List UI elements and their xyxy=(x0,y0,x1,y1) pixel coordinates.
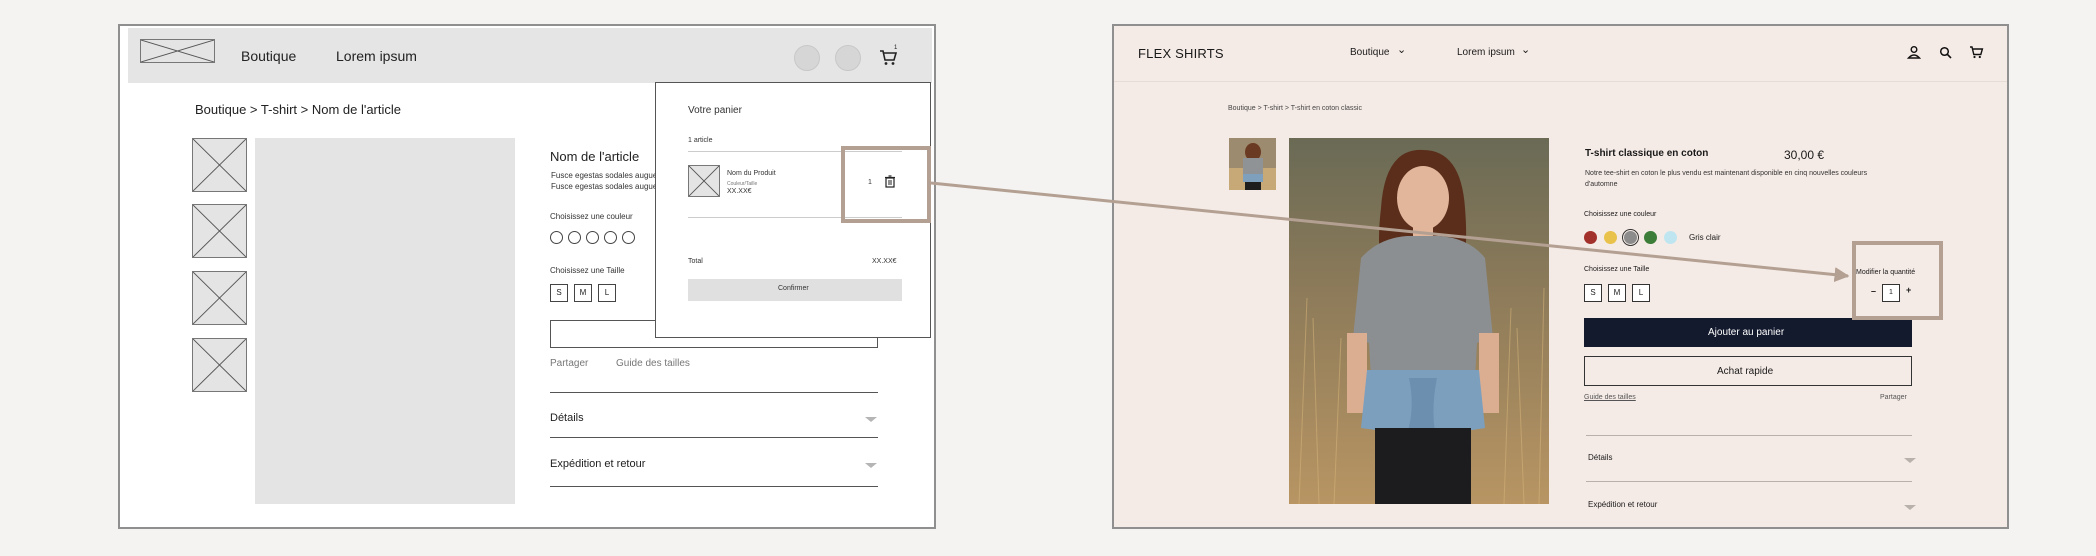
product-description: d'automne xyxy=(1585,181,1618,188)
size-option-l[interactable]: L xyxy=(598,284,616,302)
add-to-cart-label: Ajouter au panier xyxy=(1708,327,1785,338)
thumbnail[interactable] xyxy=(192,271,247,325)
cart-item-name: Nom du Produit xyxy=(727,170,776,177)
product-description: Notre tee-shirt en coton le plus vendu e… xyxy=(1585,170,1868,177)
color-swatch[interactable] xyxy=(550,231,563,244)
color-label: Choisissez une couleur xyxy=(550,212,633,221)
search-icon[interactable] xyxy=(835,45,861,71)
thumbnail[interactable] xyxy=(192,138,247,192)
mockup-frame: FLEX SHIRTS Boutique ⌄ Lorem ipsum ⌄ Bou… xyxy=(1112,24,2009,529)
chevron-down-icon[interactable] xyxy=(1904,458,1916,463)
mockup-header: FLEX SHIRTS Boutique ⌄ Lorem ipsum ⌄ xyxy=(1114,26,2007,82)
divider xyxy=(688,217,902,218)
divider xyxy=(550,437,878,438)
color-swatch[interactable] xyxy=(568,231,581,244)
main-image-placeholder xyxy=(255,138,515,504)
cart-popup: Votre panier 1 article Nom du Produit Co… xyxy=(655,82,931,338)
cart-total-label: Total xyxy=(688,258,703,265)
size-option-s[interactable]: S xyxy=(1584,284,1602,302)
product-title: T-shirt classique en coton xyxy=(1585,148,1709,159)
color-swatch-light-blue[interactable] xyxy=(1664,231,1677,244)
nav-link-boutique[interactable]: Boutique xyxy=(241,48,296,64)
product-price: 30,00 € xyxy=(1784,148,1825,162)
chevron-down-icon[interactable] xyxy=(865,417,877,422)
product-thumbnail[interactable] xyxy=(1229,138,1276,190)
account-icon[interactable] xyxy=(794,45,820,71)
share-link[interactable]: Partager xyxy=(1880,394,1907,401)
thumbnail[interactable] xyxy=(192,338,247,392)
cart-item-image xyxy=(688,165,720,197)
cart-item-count: 1 article xyxy=(688,137,713,144)
color-swatch-yellow[interactable] xyxy=(1604,231,1617,244)
quantity-increment-button[interactable]: + xyxy=(1906,285,1911,295)
quick-buy-label: Achat rapide xyxy=(1717,366,1774,377)
quantity-decrement-button[interactable]: – xyxy=(1871,286,1876,296)
nav-link-lorem[interactable]: Lorem ipsum xyxy=(1457,47,1515,58)
divider xyxy=(688,151,902,152)
accordion-details[interactable]: Détails xyxy=(1588,453,1612,462)
breadcrumb: Boutique > T-shirt > Nom de l'article xyxy=(195,102,402,117)
quantity-callout-box xyxy=(1852,241,1943,320)
accordion-details[interactable]: Détails xyxy=(550,412,584,424)
divider xyxy=(1586,435,1912,436)
size-option-s[interactable]: S xyxy=(550,284,568,302)
chevron-down-icon[interactable] xyxy=(865,463,877,468)
color-swatch-gray[interactable] xyxy=(1624,231,1637,244)
cart-count-badge: 1 xyxy=(894,45,898,51)
size-option-m[interactable]: M xyxy=(1608,284,1626,302)
chevron-down-icon[interactable]: ⌄ xyxy=(1397,43,1406,56)
size-option-l[interactable]: L xyxy=(1632,284,1650,302)
user-icon[interactable] xyxy=(1906,45,1922,59)
cart-item-price: XX.XX€ xyxy=(727,188,752,195)
size-label: Choisissez une Taille xyxy=(550,266,625,275)
selected-color-name: Gris clair xyxy=(1689,233,1721,242)
search-icon[interactable] xyxy=(1939,46,1952,59)
color-swatch[interactable] xyxy=(622,231,635,244)
color-label: Choisissez une couleur xyxy=(1584,211,1657,218)
color-swatch[interactable] xyxy=(586,231,599,244)
product-description: Fusce egestas sodales augue xyxy=(551,182,658,191)
cart-icon[interactable] xyxy=(1969,45,1984,60)
wireframe-frame: Boutique Lorem ipsum 1 Boutique > T-shir… xyxy=(118,24,936,529)
size-guide-link[interactable]: Guide des tailles xyxy=(616,358,690,369)
brand-logo[interactable]: FLEX SHIRTS xyxy=(1138,46,1224,61)
trash-icon[interactable] xyxy=(884,175,896,188)
size-label: Choisissez une Taille xyxy=(1584,266,1650,273)
accordion-shipping[interactable]: Expédition et retour xyxy=(1588,500,1657,509)
quantity-input[interactable]: 1 xyxy=(1882,284,1900,302)
divider xyxy=(550,392,878,393)
color-swatch-red[interactable] xyxy=(1584,231,1597,244)
logo-placeholder[interactable] xyxy=(140,39,215,63)
product-photo xyxy=(1289,138,1549,504)
nav-link-boutique[interactable]: Boutique xyxy=(1350,47,1389,58)
cart-item-variant: Couleur/Taille xyxy=(727,181,758,187)
color-swatch-green[interactable] xyxy=(1644,231,1657,244)
cart-total-value: XX.XX€ xyxy=(872,258,897,265)
confirm-button-label: Confirmer xyxy=(778,285,809,292)
color-swatch[interactable] xyxy=(604,231,617,244)
share-link[interactable]: Partager xyxy=(550,358,588,369)
cart-item-quantity[interactable]: 1 xyxy=(868,179,872,186)
size-option-m[interactable]: M xyxy=(574,284,592,302)
accordion-shipping[interactable]: Expédition et retour xyxy=(550,458,645,470)
thumbnail[interactable] xyxy=(192,204,247,258)
divider xyxy=(1586,481,1912,482)
breadcrumb: Boutique > T-shirt > T-shirt en coton cl… xyxy=(1228,105,1362,112)
nav-link-lorem[interactable]: Lorem ipsum xyxy=(336,48,417,64)
product-title: Nom de l'article xyxy=(550,149,640,164)
size-guide-link[interactable]: Guide des tailles xyxy=(1584,394,1636,401)
chevron-down-icon[interactable] xyxy=(1904,505,1916,510)
quantity-label: Modifier la quantité xyxy=(1856,269,1916,276)
cart-title: Votre panier xyxy=(688,105,742,116)
wireframe-header: Boutique Lorem ipsum 1 xyxy=(128,28,932,83)
chevron-down-icon[interactable]: ⌄ xyxy=(1521,43,1530,56)
divider xyxy=(550,486,878,487)
product-description: Fusce egestas sodales augue xyxy=(551,171,658,180)
cart-icon[interactable]: 1 xyxy=(879,45,899,68)
